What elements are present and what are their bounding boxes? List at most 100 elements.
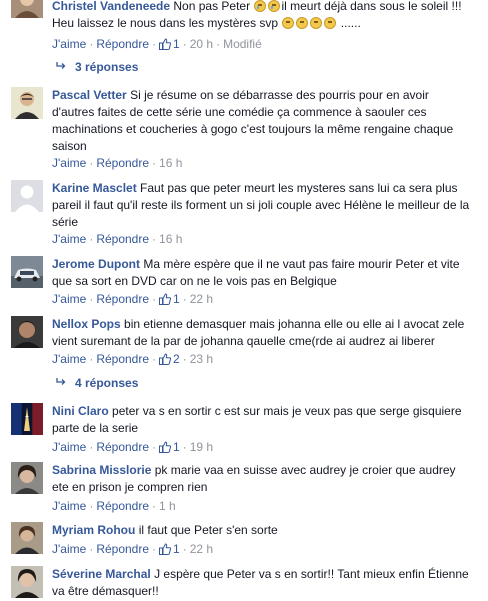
author-name[interactable]: Myriam Rohou xyxy=(52,523,135,537)
author-name[interactable]: Christel Vandeneede xyxy=(52,0,170,13)
thumbs-up-icon[interactable] xyxy=(159,543,172,555)
reply-button[interactable]: Répondre xyxy=(96,352,149,366)
avatar[interactable] xyxy=(11,462,43,494)
separator: · xyxy=(182,292,187,306)
thumbs-up-icon[interactable] xyxy=(159,38,172,50)
replies-count-label: 4 réponses xyxy=(75,376,139,390)
sad-emoji-icon xyxy=(324,17,337,29)
like-count[interactable]: 1 xyxy=(173,37,180,51)
comment-body: Christel Vandeneede Non pas Peter il meu… xyxy=(52,0,474,32)
comment-body: Nellox Pops bin etienne demasquer mais j… xyxy=(52,316,474,350)
reply-button[interactable]: Répondre xyxy=(96,542,149,556)
avatar[interactable] xyxy=(11,0,43,18)
timestamp[interactable]: 23 h xyxy=(190,352,213,366)
comment-body: Jerome Dupont Ma mère espère que il ne v… xyxy=(52,256,474,290)
separator: · xyxy=(152,499,157,513)
thumbs-up-icon[interactable] xyxy=(159,293,172,305)
timestamp[interactable]: 1 h xyxy=(159,499,176,513)
comment-actions: J'aime · Répondre · 1 · 20 h · Modifié xyxy=(52,36,262,52)
author-name[interactable]: Sabrina Misslorie xyxy=(52,463,151,477)
separator: · xyxy=(152,440,157,454)
like-count[interactable]: 1 xyxy=(173,292,180,306)
reply-button[interactable]: Répondre xyxy=(96,292,149,306)
edited-label[interactable]: Modifié xyxy=(223,37,262,51)
replies-count-label: 3 réponses xyxy=(75,60,139,74)
separator: · xyxy=(152,156,157,170)
like-button[interactable]: J'aime xyxy=(52,499,86,513)
separator: · xyxy=(152,352,157,366)
comment-actions: J'aime · Répondre · 1 · 22 h xyxy=(52,541,213,557)
separator: · xyxy=(89,440,94,454)
sad-emoji-icon xyxy=(296,17,309,29)
separator: · xyxy=(89,156,94,170)
like-button[interactable]: J'aime xyxy=(52,156,86,170)
separator: · xyxy=(89,37,94,51)
separator: · xyxy=(89,232,94,246)
comment-text: ...... xyxy=(337,16,361,30)
separator: · xyxy=(182,440,187,454)
timestamp[interactable]: 16 h xyxy=(159,156,182,170)
comment-body: Nini Claro peter va s en sortir c est su… xyxy=(52,403,474,437)
view-replies-link[interactable]: 4 réponses xyxy=(56,375,138,391)
thumbs-up-icon[interactable] xyxy=(159,441,172,453)
sad-emoji-icon xyxy=(310,17,323,29)
reply-button[interactable]: Répondre xyxy=(96,440,149,454)
like-button[interactable]: J'aime xyxy=(52,292,86,306)
comment-body: Pascal Vetter Si je résume on se débarra… xyxy=(52,87,474,155)
comment-actions: J'aime · Répondre · 16 h xyxy=(52,231,182,247)
like-button[interactable]: J'aime xyxy=(52,352,86,366)
timestamp[interactable]: 22 h xyxy=(190,292,213,306)
like-button[interactable]: J'aime xyxy=(52,440,86,454)
reply-arrow-icon xyxy=(56,378,66,385)
timestamp[interactable]: 22 h xyxy=(190,542,213,556)
reply-button[interactable]: Répondre xyxy=(96,37,149,51)
author-name[interactable]: Séverine Marchal xyxy=(52,567,151,581)
author-name[interactable]: Nellox Pops xyxy=(52,317,121,331)
like-button[interactable]: J'aime xyxy=(52,232,86,246)
timestamp[interactable]: 20 h xyxy=(190,37,213,51)
separator: · xyxy=(216,37,221,51)
author-name[interactable]: Karine Masclet xyxy=(52,181,137,195)
comment-body: Myriam Rohou il faut que Peter s'en sort… xyxy=(52,522,474,539)
reply-button[interactable]: Répondre xyxy=(96,232,149,246)
comment-text: peter va s en sortir c est sur mais je v… xyxy=(52,404,462,435)
comment-body: Karine Masclet Faut pas que peter meurt … xyxy=(52,180,474,231)
crying-emoji-icon xyxy=(254,0,267,12)
avatar[interactable] xyxy=(11,256,43,288)
like-button[interactable]: J'aime xyxy=(52,37,86,51)
reply-arrow-icon xyxy=(56,62,66,69)
view-replies-link[interactable]: 3 réponses xyxy=(56,59,138,75)
reply-button[interactable]: Répondre xyxy=(96,499,149,513)
separator: · xyxy=(182,352,187,366)
reply-button[interactable]: Répondre xyxy=(96,156,149,170)
separator: · xyxy=(89,292,94,306)
like-count[interactable]: 1 xyxy=(173,542,180,556)
separator: · xyxy=(152,292,157,306)
thumbs-up-icon[interactable] xyxy=(159,353,172,365)
comment-actions: J'aime · Répondre · 16 h xyxy=(52,155,182,171)
author-name[interactable]: Jerome Dupont xyxy=(52,257,140,271)
comment-text: il faut que Peter s'en sorte xyxy=(138,523,278,537)
like-button[interactable]: J'aime xyxy=(52,542,86,556)
separator: · xyxy=(152,542,157,556)
comment-actions: J'aime · Répondre · 1 · 19 h xyxy=(52,439,213,455)
avatar[interactable] xyxy=(11,180,43,212)
timestamp[interactable]: 16 h xyxy=(159,232,182,246)
separator: · xyxy=(89,352,94,366)
avatar[interactable] xyxy=(11,522,43,554)
separator: · xyxy=(182,542,187,556)
author-name[interactable]: Nini Claro xyxy=(52,404,109,418)
avatar[interactable] xyxy=(11,403,43,435)
author-name[interactable]: Pascal Vetter xyxy=(52,88,127,102)
like-count[interactable]: 2 xyxy=(173,352,180,366)
like-count[interactable]: 1 xyxy=(173,440,180,454)
crying-emoji-icon xyxy=(268,0,281,12)
avatar[interactable] xyxy=(11,566,43,598)
comment-body: Séverine Marchal J espère que Peter va s… xyxy=(52,566,474,600)
separator: · xyxy=(152,232,157,246)
timestamp[interactable]: 19 h xyxy=(190,440,213,454)
separator: · xyxy=(152,37,157,51)
comment-text: Non pas Peter xyxy=(173,0,254,13)
avatar[interactable] xyxy=(11,87,43,119)
avatar[interactable] xyxy=(11,316,43,348)
